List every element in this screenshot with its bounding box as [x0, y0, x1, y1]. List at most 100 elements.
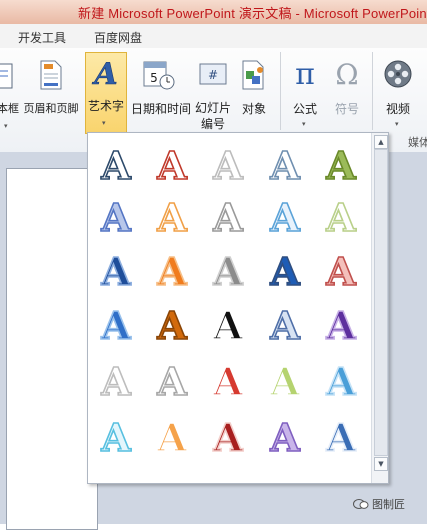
wordart-style-option[interactable]: A: [208, 194, 248, 241]
svg-text:A: A: [269, 143, 300, 187]
svg-text:A: A: [156, 303, 187, 347]
wordart-style-option[interactable]: A: [208, 414, 248, 461]
wordart-style-option[interactable]: A: [152, 194, 192, 241]
svg-text:A: A: [156, 249, 187, 293]
watermark-text: 图制匠: [372, 498, 405, 511]
slide-number-icon: #: [199, 63, 227, 85]
omega-icon: Ω: [335, 58, 358, 88]
svg-text:A: A: [100, 143, 131, 187]
wordart-style-option[interactable]: A: [265, 414, 305, 461]
svg-text:Ω: Ω: [335, 58, 358, 88]
svg-text:#: #: [208, 68, 218, 82]
pi-icon: π: [295, 58, 315, 88]
svg-text:A: A: [269, 415, 300, 459]
object-label: 对象: [241, 102, 266, 116]
svg-text:A: A: [100, 249, 131, 293]
date-time-label: 日期和时间: [130, 102, 191, 116]
slide-canvas[interactable]: [6, 168, 98, 530]
textbox-button[interactable]: 本框 ▾: [0, 56, 20, 136]
group-divider: [280, 52, 281, 130]
wordart-style-option[interactable]: A: [265, 248, 305, 295]
wordart-style-option[interactable]: A: [321, 248, 361, 295]
svg-text:A: A: [325, 249, 356, 293]
video-button[interactable]: 视频 ▾: [378, 56, 418, 136]
object-icon: [242, 60, 264, 90]
ribbon-tabs: 开发工具 百度网盘: [0, 24, 427, 49]
equation-label: 公式: [292, 102, 317, 116]
svg-text:A: A: [325, 359, 356, 403]
wordart-style-option[interactable]: A: [321, 302, 361, 349]
watermark: 图制匠: [353, 496, 405, 512]
wordart-style-option[interactable]: A: [265, 194, 305, 241]
wordart-style-option[interactable]: A: [321, 194, 361, 241]
tab-baidu-netdisk[interactable]: 百度网盘: [94, 29, 142, 46]
wordart-style-option[interactable]: A: [265, 358, 305, 405]
wordart-style-option[interactable]: A: [321, 358, 361, 405]
wordart-style-option[interactable]: A: [152, 358, 192, 405]
chevron-down-icon: ▾: [302, 120, 306, 128]
chevron-down-icon: ▾: [4, 122, 8, 130]
wordart-gallery: AAAAAAAAAAAAAAAAAAAAAAAAAAAAAA ▲ ▼: [87, 132, 389, 484]
svg-text:A: A: [212, 359, 243, 403]
scroll-thumb[interactable]: [374, 149, 388, 456]
svg-text:A: A: [269, 359, 300, 403]
group-divider: [372, 52, 373, 130]
film-reel-icon: [384, 60, 412, 88]
slide-number-button[interactable]: # 幻灯片编号: [193, 56, 233, 136]
scroll-down-button[interactable]: ▼: [374, 457, 388, 471]
wordart-label: 艺术字: [87, 99, 124, 113]
wordart-style-option[interactable]: A: [321, 414, 361, 461]
symbol-label: 符号: [334, 102, 359, 116]
svg-text:A: A: [156, 415, 187, 459]
equation-button[interactable]: π 公式 ▾: [286, 56, 324, 136]
svg-text:π: π: [295, 58, 315, 88]
gallery-scrollbar[interactable]: ▲ ▼: [371, 133, 388, 483]
wordart-style-option[interactable]: A: [208, 248, 248, 295]
wordart-style-option[interactable]: A: [96, 302, 136, 349]
wordart-style-option[interactable]: A: [152, 414, 192, 461]
tab-developer[interactable]: 开发工具: [18, 29, 66, 46]
video-label: 视频: [385, 102, 410, 116]
wordart-style-option[interactable]: A: [208, 302, 248, 349]
title-bar: 新建 Microsoft PowerPoint 演示文稿 - Microsoft…: [0, 0, 427, 24]
svg-text:5: 5: [150, 71, 158, 85]
wordart-style-option[interactable]: A: [265, 302, 305, 349]
window-title: 新建 Microsoft PowerPoint 演示文稿 - Microsoft…: [78, 6, 427, 21]
slide-number-label: 幻灯片编号: [194, 101, 231, 131]
svg-text:A: A: [156, 359, 187, 403]
wordart-style-option[interactable]: A: [152, 248, 192, 295]
header-footer-label: 页眉和页脚: [23, 102, 79, 115]
wordart-style-option[interactable]: A: [321, 142, 361, 189]
wordart-style-option[interactable]: A: [265, 142, 305, 189]
svg-text:A: A: [156, 195, 187, 239]
svg-text:A: A: [100, 415, 131, 459]
wordart-style-option[interactable]: A: [208, 142, 248, 189]
wordart-style-option[interactable]: A: [208, 358, 248, 405]
chat-bubble-icon: [353, 499, 369, 509]
wordart-button[interactable]: A 艺术字 ▾: [85, 52, 127, 134]
wordart-style-option[interactable]: A: [96, 414, 136, 461]
svg-text:A: A: [212, 249, 243, 293]
svg-text:A: A: [212, 415, 243, 459]
svg-text:A: A: [325, 415, 356, 459]
header-footer-button[interactable]: 页眉和页脚: [20, 56, 82, 136]
media-group-label: 媒体: [408, 136, 427, 149]
wordart-style-option[interactable]: A: [152, 302, 192, 349]
scroll-up-button[interactable]: ▲: [374, 135, 388, 149]
svg-text:A: A: [212, 195, 243, 239]
object-button[interactable]: 对象: [236, 56, 272, 136]
wordart-icon: A: [91, 57, 118, 90]
svg-text:A: A: [100, 359, 131, 403]
chevron-down-icon: ▾: [102, 119, 106, 127]
date-time-button[interactable]: 5 日期和时间: [128, 56, 194, 136]
wordart-style-option[interactable]: A: [96, 194, 136, 241]
wordart-style-option[interactable]: A: [152, 142, 192, 189]
wordart-style-option[interactable]: A: [96, 248, 136, 295]
wordart-style-option[interactable]: A: [96, 358, 136, 405]
svg-text:A: A: [325, 195, 356, 239]
wordart-style-option[interactable]: A: [96, 142, 136, 189]
chevron-down-icon: ▾: [395, 120, 399, 128]
svg-text:A: A: [156, 143, 187, 187]
svg-text:A: A: [269, 195, 300, 239]
svg-text:A: A: [212, 143, 243, 187]
